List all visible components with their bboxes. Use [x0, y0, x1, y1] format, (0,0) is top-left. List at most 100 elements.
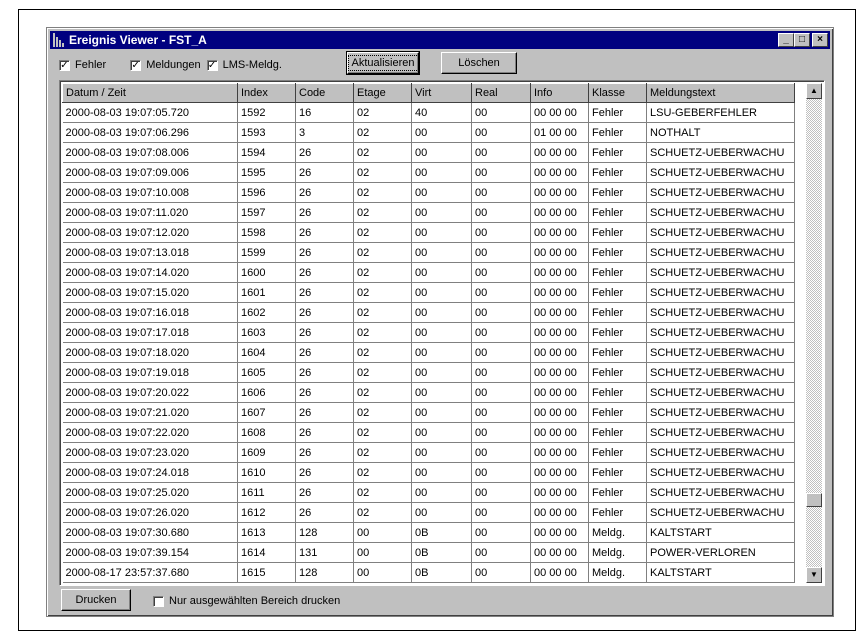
table-row[interactable]: 2000-08-03 19:07:23.020 1609 26 02 00 00 00 00…	[62, 442, 795, 463]
table-row[interactable]: 2000-08-03 19:07:19.018 1605 26 02 00 00 00 00…	[62, 362, 795, 383]
cell-index: 1599	[237, 242, 296, 263]
maximize-button[interactable]: □	[794, 33, 810, 47]
cell-virt: 00	[411, 222, 472, 243]
checkmark-icon: ✓	[59, 59, 70, 71]
cell-datetime: 2000-08-03 19:07:14.020	[62, 262, 238, 283]
cell-datetime: 2000-08-03 19:07:06.296	[62, 122, 238, 143]
cell-etage: 02	[353, 282, 412, 303]
cell-virt: 00	[411, 162, 472, 183]
cell-datetime: 2000-08-03 19:07:11.020	[62, 202, 238, 223]
table-row[interactable]: 2000-08-03 19:07:39.154 1614 131 00 0B 00 00 0…	[62, 542, 795, 563]
table-row[interactable]: 2000-08-03 19:07:06.296 1593 3 02 00 00 01 00 …	[62, 122, 795, 143]
minimize-button[interactable]: _	[778, 33, 794, 47]
cell-virt: 0B	[411, 562, 472, 583]
refresh-button[interactable]: Aktualisieren	[346, 51, 420, 75]
table-row[interactable]: 2000-08-03 19:07:21.020 1607 26 02 00 00 00 00…	[62, 402, 795, 423]
table-row[interactable]: 2000-08-03 19:07:16.018 1602 26 02 00 00 00 00…	[62, 302, 795, 323]
table-row[interactable]: 2000-08-03 19:07:12.020 1598 26 02 00 00 00 00…	[62, 222, 795, 243]
vertical-scrollbar[interactable]: ▲ ▼	[806, 83, 822, 583]
app-icon	[53, 33, 65, 47]
cell-info: 00 00 00	[530, 402, 589, 423]
cell-index: 1602	[237, 302, 296, 323]
close-button[interactable]: ×	[812, 33, 828, 47]
filter-lms-checkbox[interactable]: ✓ LMS-Meldg.	[206, 59, 282, 71]
filter-lms-label: LMS-Meldg.	[222, 59, 282, 71]
table-row[interactable]: 2000-08-03 19:07:25.020 1611 26 02 00 00 00 00…	[62, 482, 795, 503]
cell-datetime: 2000-08-03 19:07:20.022	[62, 382, 238, 403]
table-header-row: Datum / Zeit Index Code Etage Virt Real …	[62, 83, 795, 103]
table-row[interactable]: 2000-08-03 19:07:13.018 1599 26 02 00 00 00 00…	[62, 242, 795, 263]
cell-info: 00 00 00	[530, 322, 589, 343]
cell-datetime: 2000-08-03 19:07:18.020	[62, 342, 238, 363]
column-header-klasse[interactable]: Klasse	[588, 83, 647, 103]
cell-klasse: Fehler	[588, 302, 647, 323]
table-row[interactable]: 2000-08-03 19:07:30.680 1613 128 00 0B 00 00 0…	[62, 522, 795, 543]
cell-meldungstext: SCHUETZ-UEBERWACHU	[646, 382, 795, 403]
cell-klasse: Meldg.	[588, 522, 647, 543]
cell-etage: 02	[353, 122, 412, 143]
cell-info: 00 00 00	[530, 562, 589, 583]
cell-code: 26	[295, 262, 354, 283]
cell-index: 1594	[237, 142, 296, 163]
cell-index: 1593	[237, 122, 296, 143]
table-row[interactable]: 2000-08-03 19:07:05.720 1592 16 02 40 00 00 00…	[62, 102, 795, 123]
column-header-meldungstext[interactable]: Meldungstext	[646, 83, 795, 103]
cell-etage: 02	[353, 442, 412, 463]
window-title: Ereignis Viewer - FST_A	[69, 33, 207, 47]
cell-meldungstext: SCHUETZ-UEBERWACHU	[646, 262, 795, 283]
table-row[interactable]: 2000-08-03 19:07:08.006 1594 26 02 00 00 00 00…	[62, 142, 795, 163]
checkmark-icon: ✓	[130, 59, 142, 71]
table-row[interactable]: 2000-08-03 19:07:15.020 1601 26 02 00 00 00 00…	[62, 282, 795, 303]
scroll-thumb[interactable]	[806, 493, 822, 507]
cell-klasse: Fehler	[588, 222, 647, 243]
table-row[interactable]: 2000-08-03 19:07:18.020 1604 26 02 00 00 00 00…	[62, 342, 795, 363]
cell-code: 26	[295, 442, 354, 463]
cell-datetime: 2000-08-03 19:07:19.018	[62, 362, 238, 383]
column-header-code[interactable]: Code	[295, 83, 354, 103]
cell-virt: 00	[411, 442, 472, 463]
column-header-index[interactable]: Index	[237, 83, 296, 103]
table-row[interactable]: 2000-08-03 19:07:11.020 1597 26 02 00 00 00 00…	[62, 202, 795, 223]
cell-virt: 00	[411, 402, 472, 423]
title-bar[interactable]: Ereignis Viewer - FST_A _ □ ×	[50, 31, 830, 49]
column-header-virt[interactable]: Virt	[411, 83, 472, 103]
cell-meldungstext: KALTSTART	[646, 522, 795, 543]
delete-button[interactable]: Löschen	[441, 52, 517, 74]
cell-klasse: Fehler	[588, 262, 647, 283]
table-row[interactable]: 2000-08-03 19:07:17.018 1603 26 02 00 00 00 00…	[62, 322, 795, 343]
cell-index: 1595	[237, 162, 296, 183]
cell-code: 26	[295, 282, 354, 303]
column-header-etage[interactable]: Etage	[353, 83, 412, 103]
cell-info: 00 00 00	[530, 522, 589, 543]
cell-meldungstext: SCHUETZ-UEBERWACHU	[646, 422, 795, 443]
cell-index: 1597	[237, 202, 296, 223]
column-header-real[interactable]: Real	[471, 83, 531, 103]
cell-datetime: 2000-08-03 19:07:21.020	[62, 402, 238, 423]
table-row[interactable]: 2000-08-03 19:07:22.020 1608 26 02 00 00 00 00…	[62, 422, 795, 443]
cell-code: 26	[295, 182, 354, 203]
table-row[interactable]: 2000-08-17 23:57:37.680 1615 128 00 0B 00 00 0…	[62, 562, 795, 583]
column-header-datetime[interactable]: Datum / Zeit	[62, 83, 238, 103]
filter-meldungen-checkbox[interactable]: ✓ Meldungen	[130, 59, 201, 71]
filter-fehler-checkbox[interactable]: ✓ Fehler	[59, 59, 106, 71]
table-row[interactable]: 2000-08-03 19:07:26.020 1612 26 02 00 00 00 00…	[62, 502, 795, 523]
cell-info: 00 00 00	[530, 342, 589, 363]
cell-info: 00 00 00	[530, 282, 589, 303]
table-row[interactable]: 2000-08-03 19:07:09.006 1595 26 02 00 00 00 00…	[62, 162, 795, 183]
scroll-up-arrow-icon[interactable]: ▲	[806, 83, 822, 99]
print-button[interactable]: Drucken	[61, 589, 131, 611]
cell-klasse: Fehler	[588, 282, 647, 303]
column-header-info[interactable]: Info	[530, 83, 589, 103]
cell-virt: 0B	[411, 522, 472, 543]
cell-real: 00	[471, 162, 531, 183]
cell-etage: 02	[353, 162, 412, 183]
cell-real: 00	[471, 142, 531, 163]
print-selection-checkbox[interactable]: Nur ausgewählten Bereich drucken	[153, 595, 340, 607]
table-row[interactable]: 2000-08-03 19:07:24.018 1610 26 02 00 00 00 00…	[62, 462, 795, 483]
scroll-down-arrow-icon[interactable]: ▼	[806, 567, 822, 583]
cell-meldungstext: SCHUETZ-UEBERWACHU	[646, 402, 795, 423]
cell-code: 26	[295, 462, 354, 483]
table-row[interactable]: 2000-08-03 19:07:20.022 1606 26 02 00 00 00 00…	[62, 382, 795, 403]
table-row[interactable]: 2000-08-03 19:07:14.020 1600 26 02 00 00 00 00…	[62, 262, 795, 283]
table-row[interactable]: 2000-08-03 19:07:10.008 1596 26 02 00 00 00 00…	[62, 182, 795, 203]
